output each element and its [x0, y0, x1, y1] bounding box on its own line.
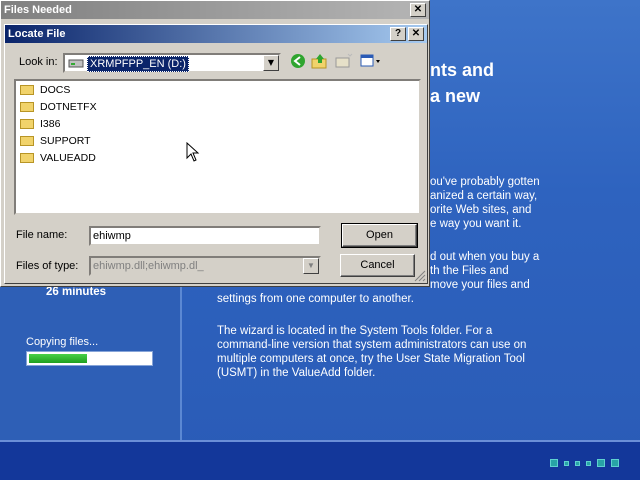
drive-icon [68, 59, 84, 68]
folder-icon [20, 85, 34, 95]
files-of-type-value: ehiwmp.dll;ehiwmp.dl_ [93, 260, 204, 272]
new-folder-icon[interactable] [334, 53, 354, 71]
paragraph-1-line: orite Web sites, and [430, 204, 532, 216]
look-in-combo[interactable]: XRMPFPP_EN (D:) ▼ [63, 53, 281, 73]
look-in-value: XRMPFPP_EN (D:) [87, 56, 189, 72]
folder-name: VALUEADD [40, 152, 96, 164]
back-icon[interactable] [288, 53, 308, 71]
setup-progress-dots [550, 459, 619, 467]
paragraph-3: The wizard is located in the System Tool… [217, 324, 526, 380]
headline-line-2: a new [430, 86, 481, 106]
folder-icon [20, 153, 34, 163]
paragraph-1-line: e way you want it. [430, 218, 522, 230]
copy-status-label: Copying files... [26, 336, 99, 348]
files-of-type-label: Files of type: [16, 260, 79, 272]
paragraph-3-line: multiple computers at once, try the User… [217, 353, 525, 365]
locate-file-titlebar[interactable]: Locate File ? ✕ [5, 25, 427, 43]
folder-icon [20, 119, 34, 129]
files-needed-title: Files Needed [4, 4, 72, 16]
dot-icon [564, 460, 569, 466]
open-button[interactable]: Open [341, 223, 418, 248]
paragraph-2b: move your files and [430, 278, 530, 292]
views-menu-icon[interactable] [358, 53, 384, 71]
dot-icon [586, 460, 591, 466]
paragraph-2-line: th the Files and [430, 265, 509, 277]
files-of-type-select: ehiwmp.dll;ehiwmp.dl_ ▼ [89, 256, 321, 276]
folder-icon [20, 102, 34, 112]
paragraph-3-line: (USMT) in the ValueAdd folder. [217, 367, 376, 379]
headline-line-1: nts and [430, 60, 495, 80]
dot-icon [611, 459, 619, 467]
paragraph-1: ou've probably gotten anized a certain w… [430, 175, 540, 231]
dot-icon [597, 459, 605, 467]
paragraph-1-line: anized a certain way, [430, 190, 538, 202]
folder-name: DOTNETFX [40, 101, 97, 113]
copy-progress-bar [26, 351, 153, 366]
locate-file-title: Locate File [8, 28, 66, 40]
paragraph-2-line: move your files and [430, 279, 530, 291]
paragraph-3-line: command-line version that system adminis… [217, 339, 527, 351]
file-name-label: File name: [16, 229, 68, 241]
list-item[interactable]: I386 [20, 118, 60, 130]
chevron-down-icon: ▼ [303, 258, 319, 274]
files-needed-titlebar[interactable]: Files Needed ✕ [1, 1, 429, 19]
paragraph-2: d out when you buy a th the Files and [430, 250, 539, 278]
dot-icon [550, 459, 558, 467]
mouse-cursor-icon [186, 142, 200, 162]
list-item[interactable]: DOTNETFX [20, 101, 97, 113]
look-in-label: Look in: [19, 56, 58, 68]
paragraph-1-line: ou've probably gotten [430, 176, 540, 188]
chevron-down-icon[interactable]: ▼ [263, 55, 279, 71]
time-remaining: 26 minutes [46, 286, 107, 298]
folder-name: I386 [40, 118, 61, 130]
paragraph-2c: settings from one computer to another. [217, 292, 414, 306]
list-item[interactable]: DOCS [20, 84, 70, 96]
help-button[interactable]: ? [390, 27, 406, 41]
folder-name: DOCS [40, 84, 71, 96]
file-list[interactable]: DOCS DOTNETFX I386 SUPPORT VALUEADD [14, 79, 421, 215]
paragraph-2-line: settings from one computer to another. [217, 293, 414, 305]
setup-bottom-bar [0, 440, 640, 480]
dot-icon [575, 460, 580, 466]
folder-name: SUPPORT [40, 135, 91, 147]
paragraph-3-line: The wizard is located in the System Tool… [217, 325, 493, 337]
list-item[interactable]: SUPPORT [20, 135, 91, 147]
resize-grip-icon[interactable] [414, 270, 426, 282]
cancel-button[interactable]: Cancel [340, 254, 415, 277]
paragraph-2-line: d out when you buy a [430, 251, 540, 263]
locate-file-close-button[interactable]: ✕ [408, 27, 424, 41]
files-needed-close-button[interactable]: ✕ [410, 3, 426, 17]
progress-fill [29, 354, 88, 363]
list-item[interactable]: VALUEADD [20, 152, 96, 164]
locate-file-dialog: Locate File ? ✕ Look in: XRMPFPP_EN (D:)… [4, 24, 428, 284]
folder-icon [20, 136, 34, 146]
file-name-input[interactable]: ehiwmp [89, 226, 321, 246]
up-folder-icon[interactable] [310, 53, 330, 71]
